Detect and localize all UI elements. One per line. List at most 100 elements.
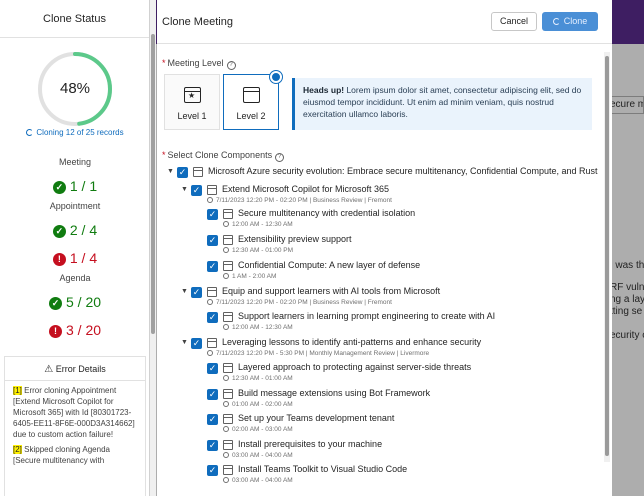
tree-item-subtitle: 03:00 AM - 04:00 AM bbox=[223, 452, 293, 459]
stat-value: 1 / 4 bbox=[69, 250, 98, 266]
error-item: [1] Error cloning Appointment [Extend Mi… bbox=[5, 381, 145, 440]
components-label: * Select Clone Components? bbox=[162, 150, 285, 162]
clone-status-title: Clone Status bbox=[0, 0, 149, 38]
cloning-status-text: Cloning 12 of 25 records bbox=[36, 128, 124, 137]
tree-meeting-row[interactable]: ▼ ✓ Microsoft Azure security evolution: Em… bbox=[157, 166, 607, 180]
agenda-icon bbox=[223, 440, 233, 450]
section-agenda: Agenda bbox=[59, 273, 91, 283]
error-number: [2] bbox=[13, 445, 22, 454]
checkbox-checked[interactable]: ✓ bbox=[177, 167, 188, 178]
checkbox-checked[interactable]: ✓ bbox=[191, 185, 202, 196]
clone-status-panel: Clone Status 48% Cloning 12 of 25 record… bbox=[0, 0, 150, 496]
error-circle-icon: ! bbox=[52, 253, 66, 266]
notice-text: Lorem ipsum dolor sit amet, consectetur … bbox=[303, 85, 582, 119]
tree-agenda-row[interactable]: ✓ Secure multitenancy with credential iso… bbox=[157, 208, 607, 222]
notice-bold: Heads up! bbox=[303, 85, 345, 95]
checkbox-checked[interactable]: ✓ bbox=[191, 287, 202, 298]
tree-agenda-row[interactable]: ✓ Install Teams Toolkit to Visual Studio … bbox=[157, 464, 607, 478]
subtitle-text: 02:00 AM - 03:00 AM bbox=[232, 426, 293, 433]
clock-icon bbox=[223, 426, 229, 432]
stat-value: 2 / 4 bbox=[69, 222, 98, 238]
checkbox-checked[interactable]: ✓ bbox=[207, 440, 218, 451]
clock-icon bbox=[223, 452, 229, 458]
chevron-down-icon[interactable]: ▼ bbox=[167, 168, 174, 175]
tree-item-subtitle: 7/11/2023 12:20 PM - 02:20 PM | Business… bbox=[207, 299, 392, 306]
chevron-down-icon[interactable]: ▼ bbox=[181, 339, 188, 346]
checkbox-checked[interactable]: ✓ bbox=[207, 209, 218, 220]
chevron-down-icon[interactable]: ▼ bbox=[181, 186, 188, 193]
clock-icon bbox=[207, 350, 213, 356]
checkbox-checked[interactable]: ✓ bbox=[191, 338, 202, 349]
stat-value: 5 / 20 bbox=[65, 294, 102, 310]
tree-item-subtitle: 12:00 AM - 12:30 AM bbox=[223, 221, 293, 228]
tree-agenda-row[interactable]: ✓ Set up your Teams development tenant bbox=[157, 413, 607, 427]
label-text: Select Clone Components bbox=[167, 150, 273, 160]
section-appointment: Appointment bbox=[49, 201, 101, 211]
dialog-title: Clone Meeting bbox=[162, 16, 233, 28]
tree-item-title: Install Teams Toolkit to Visual Studio C… bbox=[238, 464, 408, 474]
clock-icon bbox=[223, 247, 229, 253]
status-panel-scrollbar[interactable] bbox=[150, 0, 156, 496]
checkbox-checked[interactable]: ✓ bbox=[207, 465, 218, 476]
warning-icon: ⚠ bbox=[44, 364, 54, 375]
level-2-option[interactable]: Level 2 bbox=[223, 71, 282, 130]
dialog-scrollbar[interactable] bbox=[604, 52, 610, 462]
spinner-icon bbox=[26, 129, 34, 136]
chevron-down-icon[interactable]: ▼ bbox=[181, 288, 188, 295]
checkbox-checked[interactable]: ✓ bbox=[207, 235, 218, 246]
clone-button[interactable]: Clone bbox=[542, 12, 598, 31]
checkbox-checked[interactable]: ✓ bbox=[207, 389, 218, 400]
tree-item-title: Microsoft Azure security evolution: Embr… bbox=[208, 166, 598, 176]
agenda-icon bbox=[223, 414, 233, 424]
tree-item-subtitle: 1 AM - 2:00 AM bbox=[223, 273, 276, 280]
level-label: Level 2 bbox=[236, 111, 266, 121]
agenda-icon bbox=[223, 312, 233, 322]
tree-agenda-row[interactable]: ✓ Layered approach to protecting against … bbox=[157, 362, 607, 376]
clone-meeting-dialog: Clone Meeting Cancel Clone * Meeting Leve… bbox=[157, 0, 612, 496]
tree-item-title: Confidential Compute: A new layer of def… bbox=[238, 260, 421, 270]
subtitle-text: 1 AM - 2:00 AM bbox=[232, 273, 277, 280]
cancel-button[interactable]: Cancel bbox=[491, 12, 537, 31]
tree-agenda-row[interactable]: ✓ Extensibility preview support bbox=[157, 234, 607, 248]
error-circle-icon: ! bbox=[48, 325, 62, 338]
subtitle-text: 12:00 AM - 12:30 AM bbox=[232, 324, 293, 331]
clock-icon bbox=[223, 324, 229, 330]
subtitle-text: 7/11/2023 12:20 PM - 5:30 PM | Monthly M… bbox=[216, 350, 430, 357]
checkbox-checked[interactable]: ✓ bbox=[207, 414, 218, 425]
tree-agenda-row[interactable]: ✓ Build message extensions using Bot Fram… bbox=[157, 388, 607, 402]
tree-appointment-row[interactable]: ▼ ✓ Equip and support learners with AI too… bbox=[157, 286, 607, 300]
check-circle-icon: ✓ bbox=[52, 225, 66, 238]
calendar-icon: ★ bbox=[184, 87, 201, 103]
tree-appointment-row[interactable]: ▼ ✓ Extend Microsoft Copilot for Microsoft… bbox=[157, 184, 607, 198]
tree-item-subtitle: 12:30 AM - 01:00 PM bbox=[223, 247, 293, 254]
tree-appointment-row[interactable]: ▼ ✓ Leveraging lessons to identify anti-pa… bbox=[157, 337, 607, 351]
tree-agenda-row[interactable]: ✓ Support learners in learning prompt eng… bbox=[157, 311, 607, 325]
dialog-header: Clone Meeting Cancel Clone bbox=[157, 0, 612, 44]
clock-icon bbox=[223, 273, 229, 279]
error-item: [2] Skipped cloning Agenda [Secure multi… bbox=[5, 440, 145, 466]
clock-icon bbox=[207, 299, 213, 305]
level-1-option[interactable]: ★ Level 1 bbox=[164, 74, 220, 130]
agenda-icon bbox=[223, 465, 233, 475]
tree-item-title: Secure multitenancy with credential isol… bbox=[238, 208, 416, 218]
tree-item-subtitle: 01:00 AM - 02:00 AM bbox=[223, 401, 293, 408]
tree-item-title: Extensibility preview support bbox=[238, 234, 352, 244]
help-icon[interactable]: ? bbox=[275, 153, 285, 162]
agenda-icon bbox=[223, 235, 233, 245]
tree-item-title: Support learners in learning prompt engi… bbox=[238, 311, 496, 321]
checkbox-checked[interactable]: ✓ bbox=[207, 312, 218, 323]
scrollbar-thumb[interactable] bbox=[151, 34, 155, 334]
progress-percent: 48% bbox=[59, 80, 91, 97]
help-icon[interactable]: ? bbox=[226, 61, 236, 70]
check-circle-icon: ✓ bbox=[48, 297, 62, 310]
tree-item-title: Set up your Teams development tenant bbox=[238, 413, 395, 423]
tree-agenda-row[interactable]: ✓ Confidential Compute: A new layer of de… bbox=[157, 260, 607, 274]
appointment-error-stat: ! 1 / 4 bbox=[0, 250, 150, 266]
meeting-icon bbox=[193, 167, 203, 177]
tree-item-title: Layered approach to protecting against s… bbox=[238, 362, 472, 372]
scrollbar-thumb[interactable] bbox=[605, 56, 609, 456]
checkbox-checked[interactable]: ✓ bbox=[207, 261, 218, 272]
appointment-success-stat: ✓ 2 / 4 bbox=[0, 222, 150, 238]
checkbox-checked[interactable]: ✓ bbox=[207, 363, 218, 374]
tree-agenda-row[interactable]: ✓ Install prerequisites to your machine bbox=[157, 439, 607, 453]
